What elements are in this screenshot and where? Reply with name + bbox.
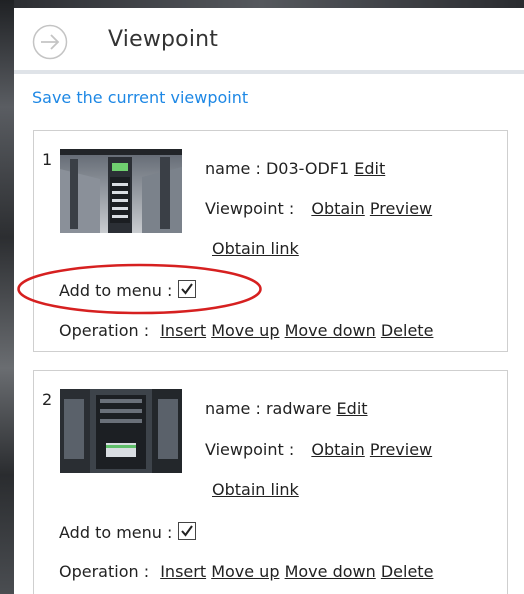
name-label: name : [205,399,261,418]
viewpoint-thumbnail [60,389,182,473]
obtain-link[interactable]: Obtain [311,199,364,218]
name-label: name : [205,159,261,178]
operation-label: Operation : [59,562,150,581]
viewpoint-actions-row: Viewpoint : Obtain Preview [205,199,432,218]
operation-row: Operation : Insert Move up Move down Del… [59,562,433,581]
preview-link[interactable]: Preview [370,440,432,459]
add-to-menu-label: Add to menu : [59,281,173,300]
checkmark-icon [180,283,193,295]
checkmark-icon [180,525,193,537]
operation-row: Operation : Insert Move up Move down Del… [59,321,433,340]
move-up-link[interactable]: Move up [211,562,279,581]
add-to-menu-label: Add to menu : [59,523,173,542]
viewpoint-index: 2 [42,390,53,409]
edit-link[interactable]: Edit [354,159,385,178]
viewpoint-name: D03-ODF1 [265,159,350,178]
panel-title: Viewpoint [108,27,219,52]
add-to-menu-checkbox[interactable] [177,280,196,298]
insert-link[interactable]: Insert [160,321,206,340]
add-to-menu-row: Add to menu : [59,522,196,542]
viewpoint-card: 2 name : radware Edit Viewpoint : Obtain… [33,370,508,594]
viewpoint-thumbnail [60,149,182,233]
viewpoint-panel: Viewpoint Save the current viewpoint 1 n… [14,8,524,594]
viewpoint-label: Viewpoint : [205,199,295,218]
obtain-link-button[interactable]: Obtain link [212,239,299,258]
save-current-viewpoint-link[interactable]: Save the current viewpoint [32,88,248,107]
move-up-link[interactable]: Move up [211,321,279,340]
insert-link[interactable]: Insert [160,562,206,581]
move-down-link[interactable]: Move down [285,562,376,581]
edit-link[interactable]: Edit [337,399,368,418]
arrow-right-circle-icon[interactable] [32,24,68,60]
viewpoint-card: 1 name : D03-ODF1 Edit Viewpoint: Obtai… [33,130,508,352]
viewpoint-name-row: name : D03-ODF1 Edit [205,159,385,178]
viewpoint-label: Viewpoint : [205,440,295,459]
delete-link[interactable]: Delete [381,321,434,340]
operation-label: Operation : [59,321,150,340]
viewpoint-actions-row: Viewpoint : Obtain Preview [205,440,432,459]
scene-background-top [0,0,524,8]
viewpoint-name: radware [265,399,332,418]
add-to-menu-row: Add to menu : [59,280,196,300]
obtain-link[interactable]: Obtain [311,440,364,459]
move-down-link[interactable]: Move down [285,321,376,340]
add-to-menu-checkbox[interactable] [177,522,196,540]
viewpoint-index: 1 [42,150,53,169]
delete-link[interactable]: Delete [381,562,434,581]
obtain-link-row: Obtain link [212,480,299,499]
viewpoint-name-row: name : radware Edit [205,399,368,418]
scene-background [0,0,14,594]
obtain-link-row: Obtain link [212,239,299,258]
preview-link[interactable]: Preview [370,199,432,218]
panel-header: Viewpoint [14,8,524,74]
obtain-link-button[interactable]: Obtain link [212,480,299,499]
